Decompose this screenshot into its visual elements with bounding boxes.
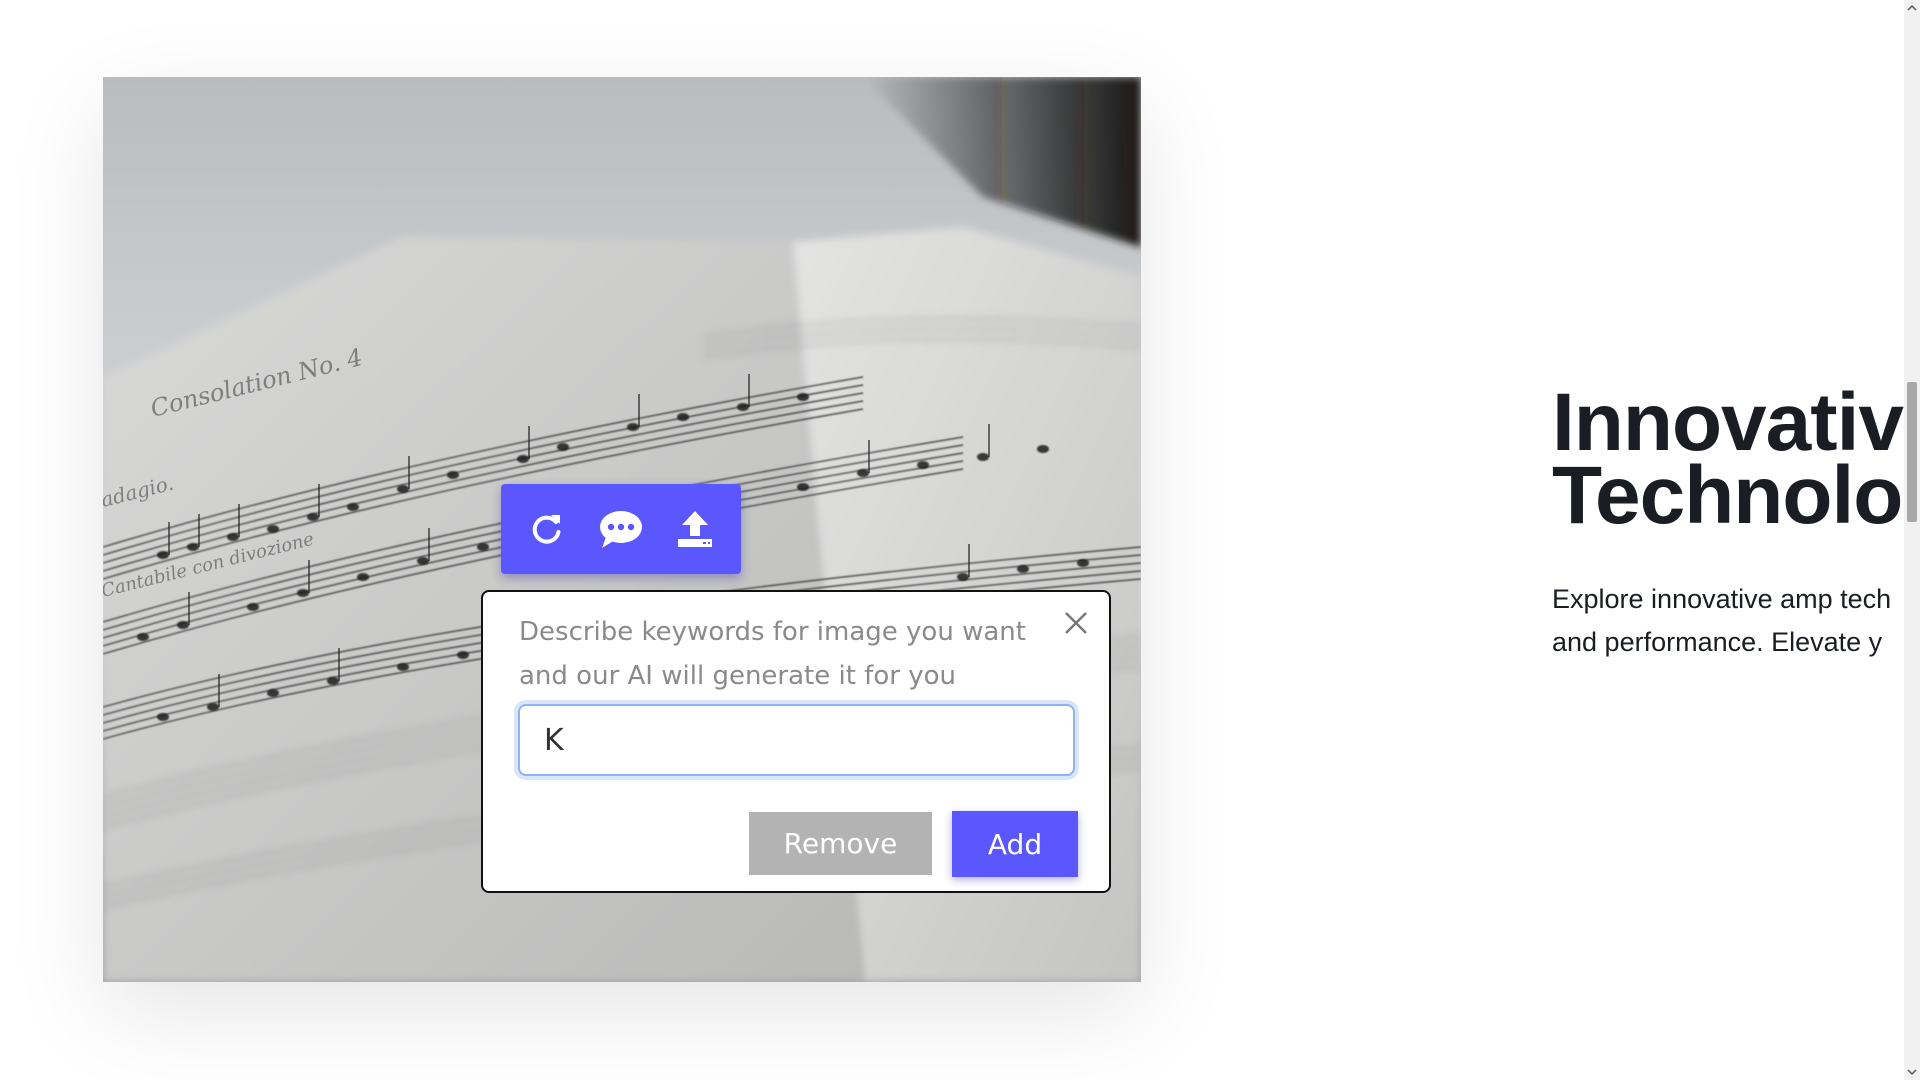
chevron-up-icon <box>1907 4 1917 11</box>
hero-title: Innovative Technolog <box>1552 377 1904 541</box>
hero-desc-line2: and performance. Elevate y <box>1552 627 1883 657</box>
image-toolbar <box>501 484 741 574</box>
hero-title-line2: Technolog <box>1552 450 1904 541</box>
scrollbar-thumb[interactable] <box>1907 382 1917 522</box>
chevron-down-icon <box>1907 1069 1917 1076</box>
close-icon <box>1065 612 1087 634</box>
scroll-down-button[interactable] <box>1904 1064 1920 1080</box>
remove-button[interactable]: Remove <box>749 812 932 875</box>
vertical-scrollbar[interactable] <box>1904 0 1920 1080</box>
refresh-icon <box>532 515 561 544</box>
ai-generate-dialog: Describe keywords for image you want and… <box>481 590 1111 893</box>
chat-icon <box>600 511 642 548</box>
ai-prompt-text: Describe keywords for image you want and… <box>519 617 1026 691</box>
upload-icon <box>678 511 712 547</box>
hero-description: Explore innovative amp tech and performa… <box>1552 578 1891 664</box>
ai-prompt-button[interactable] <box>593 501 649 557</box>
scroll-up-button[interactable] <box>1904 0 1920 16</box>
hero-title-line1: Innovative <box>1552 377 1904 468</box>
page: Consolation No. 4 adagio. Cantabile con … <box>0 0 1904 1080</box>
keywords-input[interactable] <box>518 704 1075 776</box>
close-button[interactable] <box>1062 609 1090 637</box>
upload-button[interactable] <box>667 501 723 557</box>
regenerate-button[interactable] <box>519 501 575 557</box>
hero-desc-line1: Explore innovative amp tech <box>1552 584 1892 614</box>
add-button[interactable]: Add <box>952 811 1078 877</box>
